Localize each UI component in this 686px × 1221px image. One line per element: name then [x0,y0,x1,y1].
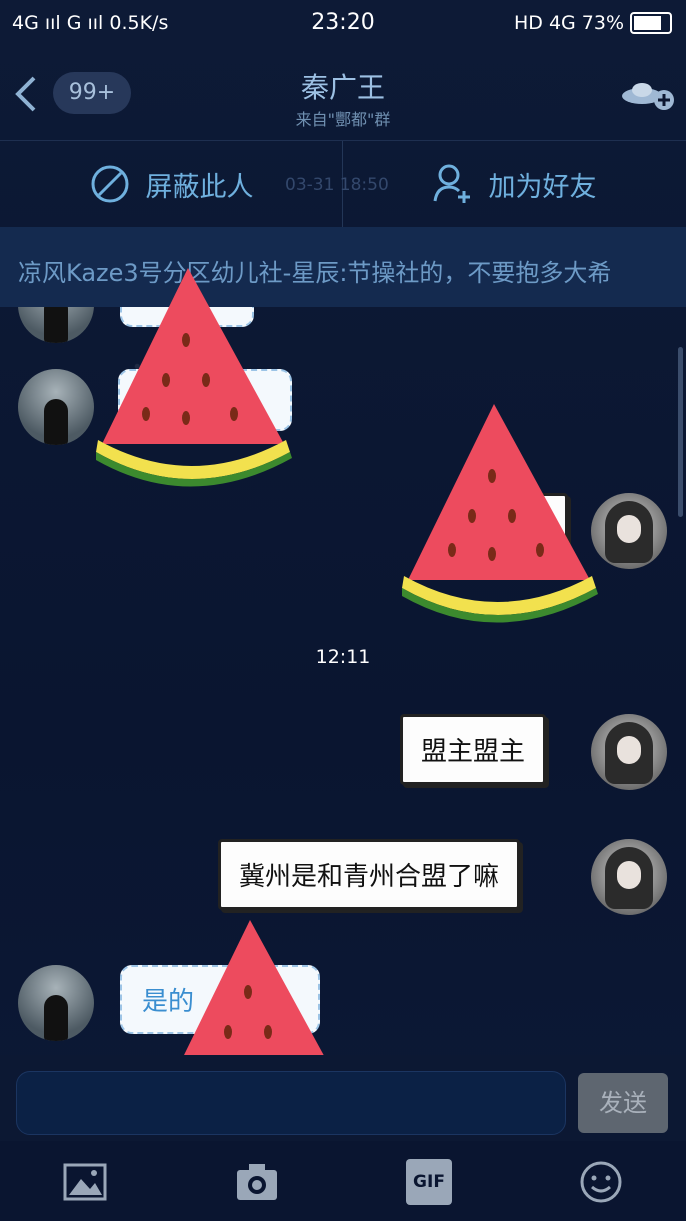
group-ufo-icon[interactable] [620,76,676,112]
send-button[interactable]: 发送 [578,1073,668,1133]
block-icon [91,165,128,203]
page-subtitle: 来自"酆都"群 [295,110,391,129]
avatar[interactable] [18,369,94,445]
battery-percent: 73% [581,12,624,34]
add-friend-icon [433,164,470,203]
battery-icon [630,12,672,34]
avatar[interactable] [591,493,667,569]
bottom-toolbar: GIF [0,1141,686,1221]
message-bubble[interactable]: 冀州是和青州合盟了嘛 [218,839,521,910]
message-input[interactable] [16,1071,566,1135]
avatar[interactable] [18,965,94,1041]
add-friend-button[interactable]: 加为好友 [343,141,686,227]
stranger-action-bar: 屏蔽此人 加为好友 03-31 18:50 [0,140,686,228]
hidden-timestamp: 03-31 18:50 [285,175,389,195]
watermelon-sticker-icon [96,268,292,487]
avatar[interactable] [591,839,667,915]
time-separator: 12:11 [315,646,371,668]
status-bar: 4G ııl G ııl 0.5K/s 23:20 HD 4G 73% [0,0,686,46]
status-right: HD 4G 73% [514,12,672,34]
camera-icon[interactable] [234,1159,280,1205]
avatar[interactable] [18,307,94,343]
image-icon[interactable] [62,1159,108,1205]
message-text: 盟主盟主 [421,737,526,767]
watermelon-sticker-icon [402,404,598,623]
network-type: HD 4G [513,12,576,34]
gif-icon[interactable]: GIF [406,1159,452,1205]
avatar[interactable] [591,714,667,790]
message-input-bar: 发送 [0,1055,686,1141]
emoji-icon[interactable] [578,1159,624,1205]
block-user-label: 屏蔽此人 [145,171,254,203]
message-bubble[interactable]: 盟主盟主 [400,714,547,785]
add-friend-label: 加为好友 [488,171,597,203]
title-bar: 99+ 秦广王 来自"酆都"群 [0,46,686,140]
message-text: 冀州是和青州合盟了嘛 [239,862,500,892]
chat-scrollbar[interactable] [678,347,683,517]
page-title: 秦广王 [300,71,385,104]
